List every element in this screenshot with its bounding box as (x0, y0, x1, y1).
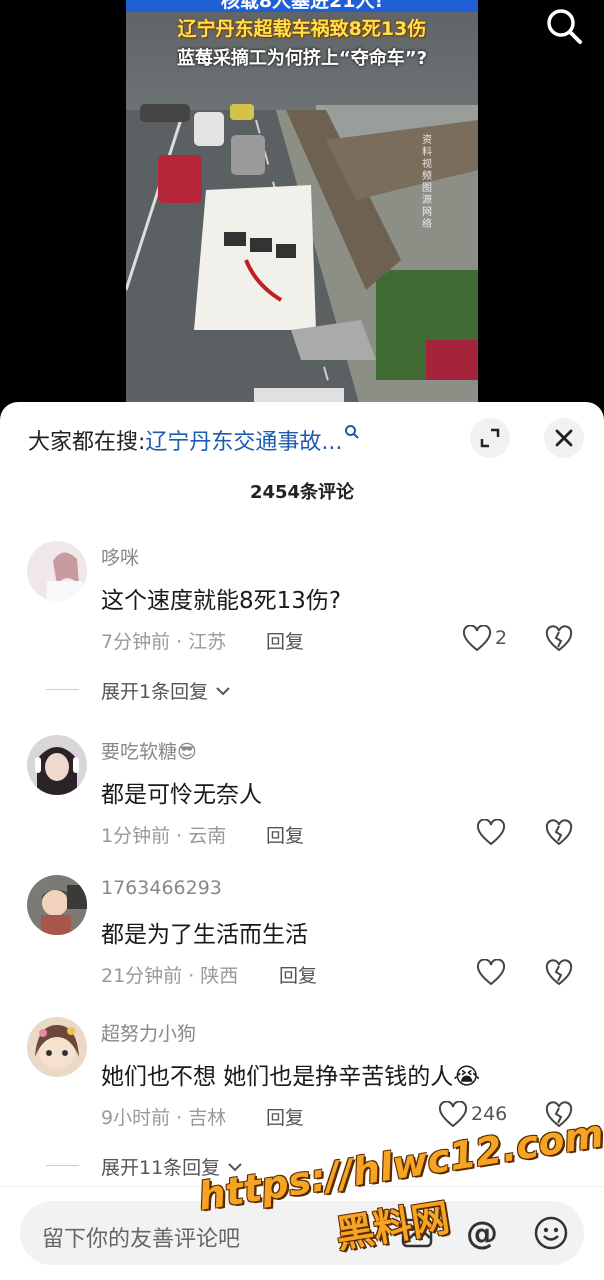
hot-search-link[interactable]: 辽宁丹东交通事故... (145, 430, 342, 455)
video-source-note: 资料视频 图源网络 (422, 135, 432, 230)
heart-icon[interactable] (476, 959, 506, 987)
search-button[interactable] (544, 6, 584, 46)
expand-replies-label: 展开11条回复 (101, 1157, 221, 1179)
video-player[interactable]: 核载8人塞进21人! 辽宁丹东超载车祸致8死13伤 蓝莓采摘工为何挤上“夺命车”… (126, 0, 478, 410)
comment-meta: 21分钟前 · 陕西 (101, 965, 239, 987)
comment-count: 2454条评论 (249, 482, 355, 503)
reply-button[interactable]: 回复 (266, 821, 304, 848)
comment-input-bar: 留下你的友善评论吧 @ (0, 1186, 604, 1280)
broken-heart-icon[interactable] (545, 819, 573, 847)
comment-meta: 9小时前 · 吉林 (101, 1107, 227, 1129)
comment-username[interactable]: 哆咪 (101, 543, 139, 570)
search-icon (547, 9, 582, 44)
mention-button[interactable]: @ (466, 1215, 498, 1251)
emoji-icon[interactable] (532, 1214, 570, 1252)
like-count: 246 (471, 1103, 508, 1125)
avatar[interactable] (27, 735, 87, 795)
comment-text: 这个速度就能8死13伤? (101, 588, 342, 614)
comment-text: 都是为了生活而生活 (101, 922, 308, 948)
hot-search-prefix: 大家都在搜: (28, 430, 146, 455)
heart-icon[interactable] (476, 819, 506, 847)
broken-heart-icon[interactable] (545, 1101, 573, 1129)
small-search-icon (345, 425, 360, 439)
avatar[interactable] (27, 1017, 87, 1077)
heart-icon[interactable] (438, 1101, 468, 1129)
reply-button[interactable]: 回复 (266, 627, 304, 654)
expand-icon (480, 428, 500, 448)
comment-username[interactable]: 要吃软糖😎 (101, 737, 197, 764)
reply-button[interactable]: 回复 (279, 961, 317, 988)
comment-input-placeholder: 留下你的友善评论吧 (42, 1227, 241, 1252)
avatar[interactable] (27, 541, 87, 601)
broken-heart-icon[interactable] (545, 625, 573, 653)
comment-meta: 1分钟前 · 云南 (101, 825, 227, 847)
comment-text: 她们也不想 她们也是挣辛苦钱的人😭 (101, 1064, 481, 1090)
comment-username[interactable]: 超努力小狗 (101, 1019, 196, 1046)
hot-search-bar[interactable]: 大家都在搜:辽宁丹东交通事故... (28, 424, 360, 456)
reply-button[interactable]: 回复 (266, 1103, 304, 1130)
chevron-down-icon (216, 687, 230, 696)
close-icon (555, 429, 573, 447)
comment-username[interactable]: 1763466293 (101, 877, 222, 899)
comment-meta: 7分钟前 · 江苏 (101, 631, 227, 653)
comment-text: 都是可怜无奈人 (101, 782, 262, 808)
video-caption-top: 核载8人塞进21人! (126, 0, 478, 12)
video-caption-subtitle: 蓝莓采摘工为何挤上“夺命车”? (176, 48, 428, 69)
expand-replies-button[interactable]: 展开11条回复 (45, 1153, 244, 1180)
expand-sheet-button[interactable] (470, 418, 510, 458)
heart-icon[interactable] (462, 625, 492, 653)
expand-replies-button[interactable]: 展开1条回复 (45, 677, 232, 704)
comment-sheet: 大家都在搜:辽宁丹东交通事故... 2454条评论 哆咪 这个速度就能8死13伤… (0, 402, 604, 1280)
video-caption-title: 辽宁丹东超载车祸致8死13伤 (177, 18, 427, 40)
comment-input[interactable]: 留下你的友善评论吧 @ (20, 1201, 584, 1265)
broken-heart-icon[interactable] (545, 959, 573, 987)
image-icon[interactable] (398, 1214, 436, 1252)
close-sheet-button[interactable] (544, 418, 584, 458)
screen: 核载8人塞进21人! 辽宁丹东超载车祸致8死13伤 蓝莓采摘工为何挤上“夺命车”… (0, 0, 604, 1280)
like-count: 2 (495, 627, 508, 649)
chevron-down-icon (228, 1163, 242, 1172)
expand-replies-label: 展开1条回复 (101, 681, 209, 703)
avatar[interactable] (27, 875, 87, 935)
